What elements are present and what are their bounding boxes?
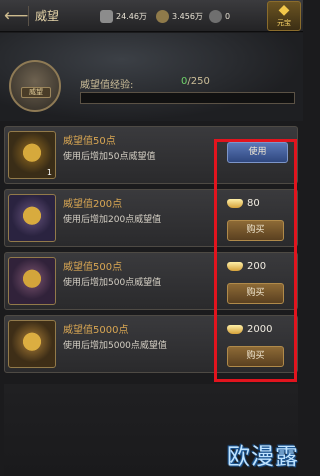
xp-max: /250 — [187, 76, 210, 87]
gem-value: 0 — [225, 11, 231, 21]
page-title: 威望 — [35, 9, 60, 23]
divider — [28, 6, 29, 26]
prestige-emblem: 威望 — [9, 60, 61, 112]
item-desc: 使用后增加200点威望值 — [63, 215, 162, 225]
xp-label: 威望值经验: — [80, 80, 134, 91]
item-desc: 使用后增加5000点威望值 — [63, 341, 167, 351]
emblem-tag: 威望 — [21, 87, 51, 98]
gold-ingot-icon: ◆ — [278, 2, 290, 18]
silver-value: 24.46万 — [116, 11, 147, 21]
item-quantity: 1 — [46, 168, 52, 177]
xp-progress-bar — [80, 92, 295, 104]
gold-topup-button[interactable]: ◆ 元宝 — [267, 1, 301, 31]
gold-label: 元宝 — [277, 19, 291, 27]
copper-resource: 3.456万 — [156, 9, 203, 23]
back-arrow-icon[interactable]: ⟵ — [4, 6, 28, 26]
xp-value: 0/250 — [181, 76, 210, 87]
copper-value: 3.456万 — [172, 11, 203, 21]
prestige-token-icon — [8, 320, 56, 368]
item-name: 威望值500点 — [63, 262, 123, 273]
top-bar: ⟵ 威望 24.46万 3.456万 0 ◆ 元宝 — [0, 0, 303, 32]
watermark: 欧漫露 — [227, 444, 299, 470]
item-name: 威望值200点 — [63, 199, 123, 210]
gem-resource: 0 — [209, 9, 230, 23]
item-desc: 使用后增加50点威望值 — [63, 152, 156, 162]
copper-icon — [156, 9, 169, 23]
prestige-token-icon — [8, 257, 56, 305]
red-highlight-box — [214, 139, 297, 382]
gem-icon — [209, 9, 222, 23]
silver-resource: 24.46万 — [100, 9, 147, 23]
prestige-token-icon: 1 — [8, 131, 56, 179]
item-name: 威望值50点 — [63, 136, 116, 147]
item-name: 威望值5000点 — [63, 325, 129, 336]
prestige-token-icon — [8, 194, 56, 242]
silver-icon — [100, 9, 113, 23]
item-desc: 使用后增加500点威望值 — [63, 278, 162, 288]
